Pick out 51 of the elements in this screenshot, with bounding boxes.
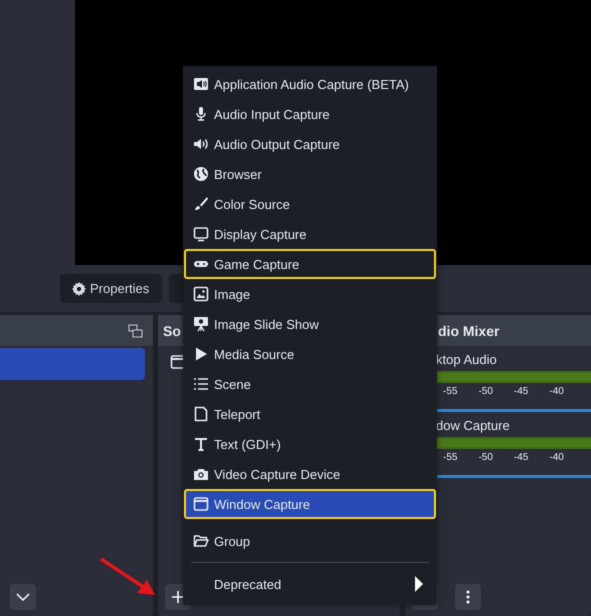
tick-label: -45 <box>514 386 528 397</box>
menu-item[interactable]: Group <box>183 526 437 556</box>
tick-label: -40 <box>549 452 564 463</box>
speaker-icon <box>193 136 209 152</box>
undock-icon[interactable] <box>128 324 143 338</box>
annotation-arrow <box>100 558 155 595</box>
menu-item[interactable]: Game Capture <box>184 249 436 279</box>
tick-label: -40 <box>549 386 564 397</box>
more-icon <box>466 590 470 604</box>
menu-item[interactable]: Browser <box>183 159 437 189</box>
window-icon <box>193 496 209 512</box>
document-icon <box>193 406 209 422</box>
panel-title: dio Mixer <box>437 322 500 338</box>
menu-item[interactable]: Audio Output Capture <box>183 129 437 159</box>
monitor-icon <box>193 226 209 242</box>
easel-icon <box>193 316 209 332</box>
properties-button[interactable]: Properties <box>60 274 162 303</box>
menu-item[interactable]: Text (GDI+) <box>183 429 437 459</box>
tick-label: -50 <box>478 452 493 463</box>
tick-label: -55 <box>443 386 458 397</box>
camera-icon <box>193 466 209 482</box>
menu-item[interactable]: Image Slide Show <box>183 309 437 339</box>
menu-item[interactable]: Window Capture <box>184 489 436 519</box>
brush-icon <box>193 196 209 212</box>
panel-title: So <box>163 322 181 338</box>
move-down-button[interactable] <box>10 584 36 610</box>
globe-icon <box>193 166 209 182</box>
menu-item[interactable]: Video Capture Device <box>183 459 437 489</box>
tick-label: -45 <box>514 452 528 463</box>
menu-item[interactable]: Deprecated <box>183 569 437 599</box>
menu-item[interactable]: Media Source <box>183 339 437 369</box>
menu-item[interactable]: Audio Input Capture <box>183 99 437 129</box>
image-icon <box>193 286 209 302</box>
text-icon <box>193 436 209 452</box>
chevron-down-icon <box>16 593 30 601</box>
list-icon <box>193 376 209 392</box>
channel-name: dow Capture <box>436 418 510 433</box>
menu-item[interactable]: Display Capture <box>183 219 437 249</box>
plus-icon <box>172 591 184 603</box>
menu-item[interactable]: Color Source <box>183 189 437 219</box>
gear-icon <box>72 282 86 296</box>
tick-label: -50 <box>478 386 493 397</box>
tick-label: -55 <box>443 452 458 463</box>
menu-item[interactable]: Image <box>183 279 437 309</box>
speaker-box-icon <box>193 76 209 92</box>
menu-item[interactable]: Scene <box>183 369 437 399</box>
folder-icon <box>193 533 209 549</box>
menu-item[interactable]: Teleport <box>183 399 437 429</box>
channel-name: ktop Audio <box>436 352 497 367</box>
menu-item[interactable]: Application Audio Capture (BETA) <box>183 69 437 99</box>
more-button[interactable] <box>455 584 481 610</box>
